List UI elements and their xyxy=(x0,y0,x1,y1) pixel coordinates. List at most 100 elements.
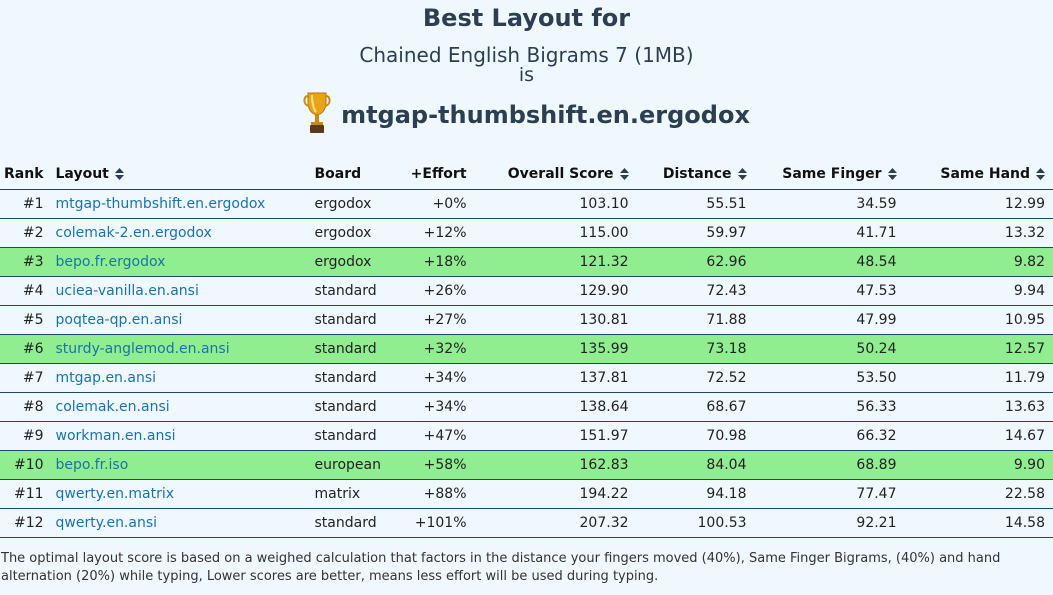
layout-link[interactable]: poqtea-qp.en.ansi xyxy=(51,305,311,335)
same-hand-cell: 12.99 xyxy=(904,189,1053,219)
layout-link[interactable]: uciea-vanilla.en.ansi xyxy=(51,276,311,306)
table-row: #1 mtgap-thumbshift.en.ergodox ergodox +0% 1… xyxy=(0,189,1053,219)
layout-link[interactable]: colemak-2.en.ergodox xyxy=(51,218,311,248)
same-finger-cell: 47.53 xyxy=(754,276,905,306)
overall-score-cell: 135.99 xyxy=(474,334,637,364)
table-row: #4 uciea-vanilla.en.ansi standard +26% 129.9… xyxy=(0,276,1053,306)
rank-cell: #8 xyxy=(0,392,52,422)
layout-link[interactable]: qwerty.en.matrix xyxy=(51,479,311,509)
table-body: #1 mtgap-thumbshift.en.ergodox ergodox +0% 1… xyxy=(0,189,1053,538)
board-cell: european xyxy=(310,450,403,480)
col-same-finger[interactable]: Same Finger xyxy=(754,158,905,190)
overall-score-cell: 207.32 xyxy=(474,508,637,538)
rank-cell: #7 xyxy=(0,363,52,393)
same-hand-cell: 10.95 xyxy=(904,305,1053,335)
col-board: Board xyxy=(310,158,403,190)
layout-link[interactable]: mtgap.en.ansi xyxy=(51,363,311,393)
board-cell: ergodox xyxy=(310,247,403,277)
layout-link[interactable]: bepo.fr.ergodox xyxy=(51,247,311,277)
same-finger-cell: 47.99 xyxy=(754,305,905,335)
rank-cell: #6 xyxy=(0,334,52,364)
effort-cell: +18% xyxy=(402,247,475,277)
board-cell: standard xyxy=(310,392,403,422)
col-same-hand[interactable]: Same Hand xyxy=(904,158,1053,190)
overall-score-cell: 151.97 xyxy=(474,421,637,451)
same-hand-cell: 9.90 xyxy=(904,450,1053,480)
layout-link[interactable]: mtgap-thumbshift.en.ergodox xyxy=(51,189,311,219)
table-row: #12 qwerty.en.ansi standard +101% 207.32 100.… xyxy=(0,508,1053,538)
board-cell: standard xyxy=(310,276,403,306)
board-cell: ergodox xyxy=(310,218,403,248)
rank-cell: #11 xyxy=(0,479,52,509)
rank-cell: #4 xyxy=(0,276,52,306)
trophy-icon xyxy=(303,90,331,140)
rank-cell: #9 xyxy=(0,421,52,451)
overall-score-cell: 103.10 xyxy=(474,189,637,219)
same-finger-cell: 92.21 xyxy=(754,508,905,538)
footer-note: The optimal layout score is based on a w… xyxy=(1,551,1001,584)
effort-cell: +101% xyxy=(402,508,475,538)
layout-link[interactable]: sturdy-anglemod.en.ansi xyxy=(51,334,311,364)
distance-cell: 94.18 xyxy=(636,479,755,509)
effort-cell: +12% xyxy=(402,218,475,248)
layout-link[interactable]: qwerty.en.ansi xyxy=(51,508,311,538)
table-row: #7 mtgap.en.ansi standard +34% 137.81 72.52 53… xyxy=(0,363,1053,393)
distance-cell: 59.97 xyxy=(636,218,755,248)
same-finger-cell: 68.89 xyxy=(754,450,905,480)
layout-link[interactable]: colemak.en.ansi xyxy=(51,392,311,422)
table-row: #11 qwerty.en.matrix matrix +88% 194.22 94.18… xyxy=(0,479,1053,509)
rank-cell: #2 xyxy=(0,218,52,248)
col-overall-score[interactable]: Overall Score xyxy=(474,158,637,190)
effort-cell: +0% xyxy=(402,189,475,219)
board-cell: standard xyxy=(310,421,403,451)
distance-cell: 72.52 xyxy=(636,363,755,393)
same-hand-cell: 11.79 xyxy=(904,363,1053,393)
col-effort: +Effort xyxy=(402,158,475,190)
layout-link[interactable]: workman.en.ansi xyxy=(51,421,311,451)
board-cell: standard xyxy=(310,305,403,335)
rank-cell: #12 xyxy=(0,508,52,538)
layout-link[interactable]: bepo.fr.iso xyxy=(51,450,311,480)
overall-score-cell: 129.90 xyxy=(474,276,637,306)
effort-cell: +58% xyxy=(402,450,475,480)
overall-score-cell: 130.81 xyxy=(474,305,637,335)
same-hand-cell: 14.58 xyxy=(904,508,1053,538)
same-finger-cell: 34.59 xyxy=(754,189,905,219)
same-finger-cell: 41.71 xyxy=(754,218,905,248)
same-finger-cell: 50.24 xyxy=(754,334,905,364)
overall-score-cell: 115.00 xyxy=(474,218,637,248)
same-finger-cell: 56.33 xyxy=(754,392,905,422)
effort-cell: +47% xyxy=(402,421,475,451)
overall-score-cell: 121.32 xyxy=(474,247,637,277)
sort-icon[interactable] xyxy=(887,167,897,180)
col-rank: Rank xyxy=(0,158,52,190)
distance-cell: 72.43 xyxy=(636,276,755,306)
distance-cell: 73.18 xyxy=(636,334,755,364)
effort-cell: +27% xyxy=(402,305,475,335)
sort-icon[interactable] xyxy=(737,167,747,180)
same-hand-cell: 22.58 xyxy=(904,479,1053,509)
distance-cell: 84.04 xyxy=(636,450,755,480)
rank-cell: #3 xyxy=(0,247,52,277)
sort-icon[interactable] xyxy=(114,167,124,180)
page-title: Best Layout for xyxy=(422,4,631,32)
effort-cell: +34% xyxy=(402,392,475,422)
effort-cell: +88% xyxy=(402,479,475,509)
board-cell: ergodox xyxy=(310,189,403,219)
same-finger-cell: 53.50 xyxy=(754,363,905,393)
effort-cell: +34% xyxy=(402,363,475,393)
same-hand-cell: 9.82 xyxy=(904,247,1053,277)
col-layout[interactable]: Layout xyxy=(51,158,311,190)
board-cell: standard xyxy=(310,508,403,538)
sort-icon[interactable] xyxy=(1036,167,1045,180)
winner-banner: mtgap-thumbshift.en.ergodox xyxy=(0,90,1053,140)
col-distance[interactable]: Distance xyxy=(636,158,755,190)
winner-layout-name: mtgap-thumbshift.en.ergodox xyxy=(341,101,750,129)
table-row: #8 colemak.en.ansi standard +34% 138.64 68.67… xyxy=(0,392,1053,422)
distance-cell: 71.88 xyxy=(636,305,755,335)
sort-icon[interactable] xyxy=(619,167,629,180)
rank-cell: #5 xyxy=(0,305,52,335)
same-finger-cell: 66.32 xyxy=(754,421,905,451)
table-header-row: Rank Layout Board +Effort Overall Score … xyxy=(0,158,1053,190)
same-hand-cell: 9.94 xyxy=(904,276,1053,306)
